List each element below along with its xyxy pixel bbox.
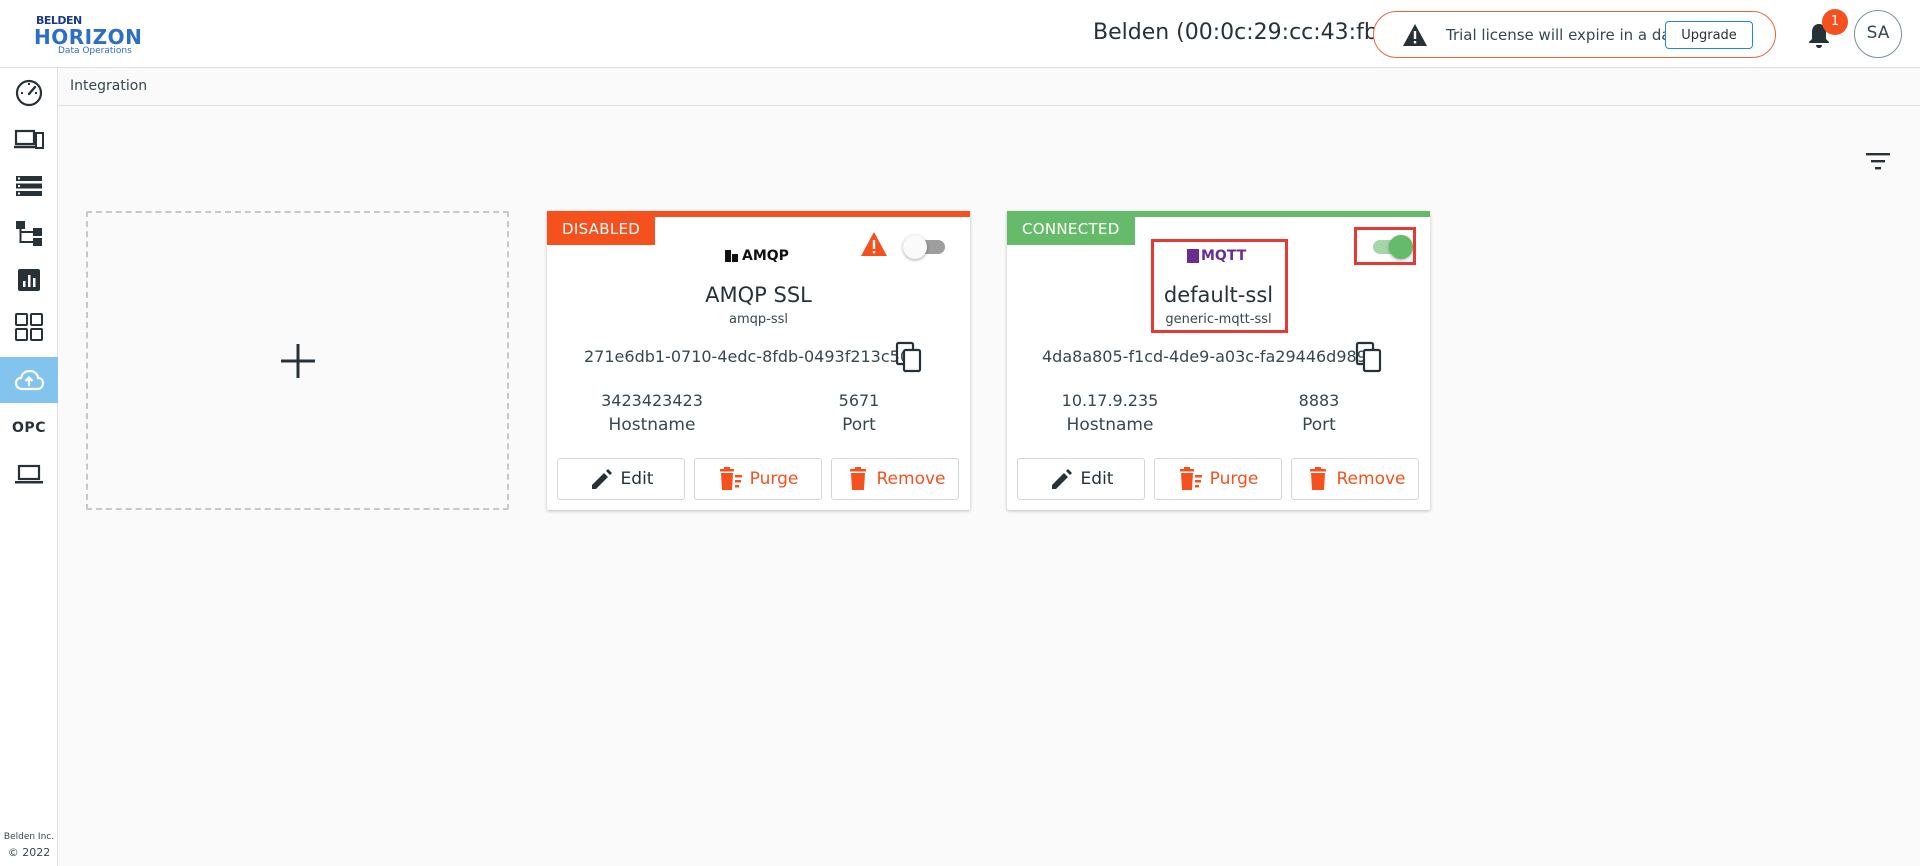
port-label: Port [842, 415, 876, 435]
port-value: 8883 [1298, 391, 1340, 410]
amqp-logo: AMQP [725, 245, 789, 267]
breadcrumb-bar: Integration [58, 68, 1920, 106]
speedometer-icon [15, 79, 43, 107]
license-banner: Trial license will expire in a day Upgra… [1373, 11, 1776, 58]
integration-card-amqp-ssl: DISABLED AMQP AMQP SSL amqp-ssl 271e6db1… [547, 211, 970, 510]
sidebar-item-dashboard[interactable] [0, 70, 58, 114]
plus-icon [280, 343, 315, 378]
highlight-box-toggle [1354, 227, 1416, 265]
amqp-logo-text: AMQP [742, 248, 789, 264]
hostname-label: Hostname [1066, 415, 1154, 435]
edit-button[interactable]: Edit [1017, 458, 1145, 500]
highlight-box-name [1151, 239, 1288, 333]
sidebar-item-computer[interactable] [0, 452, 58, 496]
status-badge: CONNECTED [1007, 214, 1135, 245]
purge-icon [719, 467, 742, 490]
list-icon [16, 176, 42, 196]
port-value: 5671 [838, 391, 880, 410]
sidebar-item-apps[interactable] [0, 305, 58, 349]
sidebar-item-hierarchy[interactable] [0, 211, 58, 255]
warning-icon [861, 232, 887, 256]
notification-badge: 1 [1822, 9, 1848, 35]
sidebar-item-list[interactable] [0, 164, 58, 208]
toggle-knob [903, 235, 927, 259]
remove-button[interactable]: Remove [1291, 458, 1419, 500]
hostname-value: 3423423423 [601, 391, 703, 410]
integration-card-default-ssl: CONNECTED MQTT default-ssl generic-mqtt-… [1007, 211, 1430, 510]
pencil-icon [591, 469, 612, 489]
integration-name: AMQP SSL [705, 283, 812, 307]
port-label: Port [1302, 415, 1336, 435]
trash-icon [1309, 467, 1326, 490]
sidebar-item-devices[interactable] [0, 117, 58, 161]
remove-button[interactable]: Remove [831, 458, 959, 500]
amqp-logo-mark-icon [725, 250, 738, 262]
logo-line3: Data Operations [58, 46, 132, 56]
sidebar-item-opc[interactable]: OPC [0, 406, 58, 450]
edit-label: Edit [1080, 469, 1114, 489]
edit-button[interactable]: Edit [557, 458, 685, 500]
laptop-icon [15, 464, 43, 484]
hostname-label: Hostname [608, 415, 696, 435]
grid-icon [15, 313, 43, 341]
user-avatar[interactable]: SA [1854, 10, 1902, 58]
warning-icon [1403, 24, 1427, 46]
status-badge: DISABLED [547, 214, 656, 245]
integration-id: 4da8a805-f1cd-4de9-a03c-fa29446d9892 [1042, 347, 1378, 366]
purge-button[interactable]: Purge [694, 458, 822, 500]
license-message: Trial license will expire in a day [1446, 26, 1680, 44]
chart-icon [18, 269, 40, 291]
copyright-company: Belden Inc. [3, 832, 55, 842]
cloud-upload-icon [14, 369, 44, 391]
sidebar: OPC Belden Inc. © 2022 [0, 68, 58, 866]
upgrade-button[interactable]: Upgrade [1665, 21, 1753, 49]
belden-horizon-logo[interactable]: BELDEN HORIZON Data Operations [34, 14, 144, 58]
hierarchy-icon [16, 221, 42, 246]
copy-icon[interactable] [1355, 341, 1383, 373]
trash-icon [849, 467, 866, 490]
devices-icon [14, 129, 44, 149]
remove-label: Remove [1336, 469, 1406, 489]
enable-toggle[interactable] [903, 234, 949, 259]
add-integration-card[interactable] [86, 211, 509, 510]
opc-label: OPC [12, 420, 46, 436]
pencil-icon [1051, 469, 1072, 489]
sidebar-item-integration[interactable] [0, 357, 58, 403]
purge-icon [1179, 467, 1202, 490]
filter-icon[interactable] [1864, 150, 1892, 172]
purge-button[interactable]: Purge [1154, 458, 1282, 500]
breadcrumb: Integration [70, 78, 148, 94]
remove-label: Remove [876, 469, 946, 489]
integration-type: amqp-ssl [729, 312, 788, 327]
copy-icon[interactable] [895, 341, 923, 373]
hostname-value: 10.17.9.235 [1061, 391, 1159, 410]
purge-label: Purge [749, 469, 799, 489]
top-header: BELDEN HORIZON Data Operations Belden (0… [0, 0, 1920, 68]
copyright: Belden Inc. © 2022 [0, 830, 58, 860]
copyright-year: © 2022 [7, 846, 51, 859]
purge-label: Purge [1209, 469, 1259, 489]
sidebar-item-reports[interactable] [0, 258, 58, 302]
edit-label: Edit [620, 469, 654, 489]
integration-id: 271e6db1-0710-4edc-8fdb-0493f213c50f [584, 347, 916, 366]
device-title: Belden (00:0c:29:cc:43:fb) [1093, 20, 1387, 45]
